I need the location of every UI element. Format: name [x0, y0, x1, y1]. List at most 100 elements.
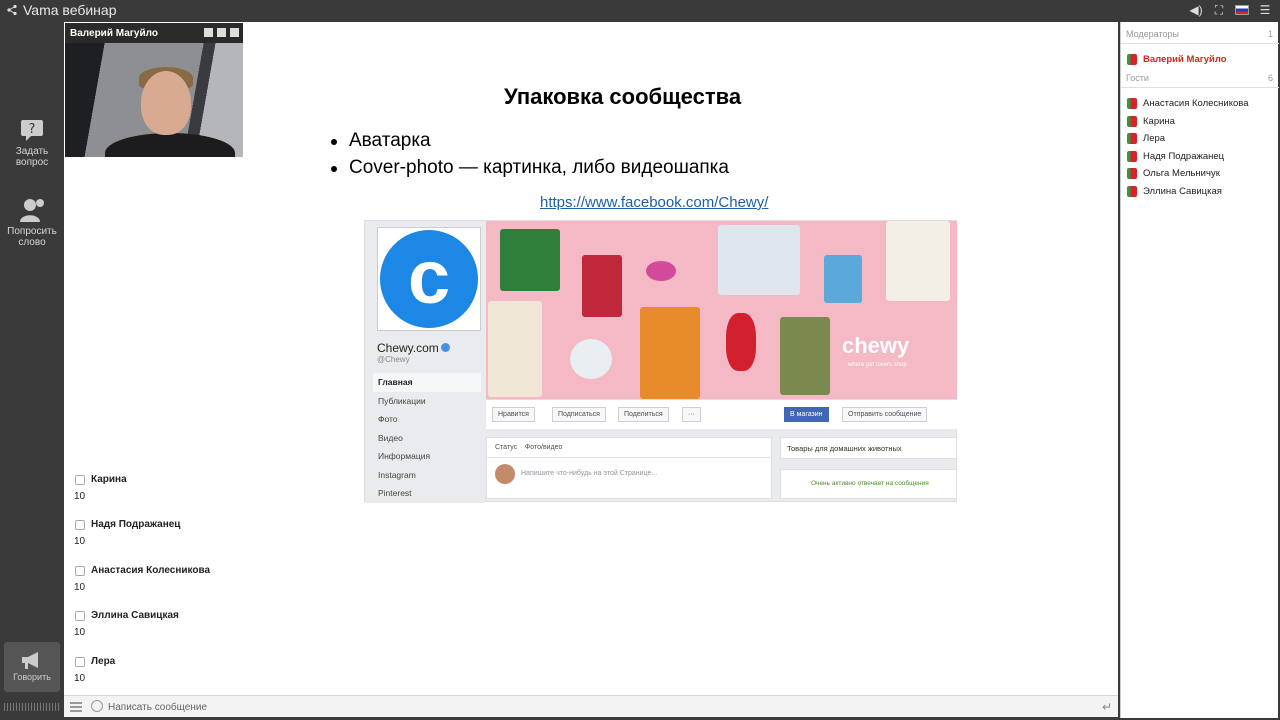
megaphone-icon	[22, 652, 38, 669]
video-camera-icon[interactable]	[217, 28, 226, 37]
verified-badge-icon	[440, 343, 450, 352]
video-volume-icon[interactable]	[230, 28, 239, 37]
fb-nav-item: Главная	[373, 373, 481, 392]
cover-brand: chewy	[842, 333, 910, 358]
chat-input-bar: ↵	[64, 695, 1118, 717]
video-title-bar: Валерий Магуйло	[65, 23, 243, 43]
moderators-header: Модераторы 1	[1121, 22, 1279, 44]
slide-bullet: Аватарка	[329, 130, 729, 152]
cover-product	[886, 221, 950, 301]
fb-action-bar: Нравится Подписаться Поделиться ··· В ма…	[486, 399, 957, 429]
video-head	[141, 71, 191, 135]
user-icon	[1127, 151, 1137, 162]
cover-tagline: where pet lovers shop	[848, 362, 907, 368]
speak-button[interactable]: Говорить	[4, 642, 60, 692]
window-title: Vama вебинар	[6, 2, 116, 18]
guest-item[interactable]: Ольга Мельничук	[1127, 168, 1220, 179]
slide-bullets: Аватарка Cover-photo — картинка, либо ви…	[329, 130, 729, 184]
fb-follow-button: Подписаться	[552, 407, 606, 422]
share-icon[interactable]	[6, 4, 18, 16]
menu-icon[interactable]: ☰	[1258, 3, 1272, 17]
cover-product	[570, 339, 612, 379]
guests-count: 6	[1267, 73, 1273, 83]
fb-post-tab-photo: Фото/видео	[524, 444, 563, 451]
chat-author: Эллина Савицкая	[74, 610, 374, 621]
guest-item[interactable]: Эллина Савицкая	[1127, 186, 1222, 197]
fb-post-tab-status: Статус	[495, 444, 518, 451]
fb-nav: Главная Публикации Фото Видео Информация…	[373, 373, 481, 503]
user-icon	[1127, 54, 1137, 65]
chat-author: Надя Подражанец	[74, 519, 374, 530]
fb-nav-item: Видео	[378, 432, 403, 443]
top-bar: Vama вебинар ◀) ⛶ ☰	[0, 0, 1280, 22]
fb-more-button: ···	[682, 407, 701, 422]
fb-cover-photo: chewy where pet lovers shop	[486, 221, 957, 399]
cover-product	[780, 317, 830, 395]
presenter-name: Валерий Магуйло	[70, 28, 158, 39]
chewy-logo-icon: c	[380, 230, 478, 328]
chat-message-input[interactable]	[108, 698, 1068, 716]
fb-post-placeholder: Напишите что-нибудь на этой Странице...	[521, 470, 658, 477]
moderator-item[interactable]: Валерий Магуйло	[1127, 54, 1227, 65]
cover-product	[582, 255, 622, 317]
slide-title: Упаковка сообщества	[504, 84, 742, 109]
fullscreen-icon[interactable]: ⛶	[1212, 3, 1226, 17]
chat-text: 10	[74, 673, 86, 684]
left-rail: ? Задать вопрос Попросить слово Говорить	[0, 22, 64, 720]
app-title: Vama вебинар	[23, 2, 117, 18]
fb-nav-item: Pinterest	[378, 488, 412, 498]
participants-panel: Модераторы 1 Валерий Магуйло Гости 6 Ана…	[1120, 22, 1279, 718]
chat-author: Карина	[74, 474, 374, 485]
cover-product	[488, 301, 542, 397]
chat-message: Эллина Савицкая 10	[74, 610, 374, 638]
slide-link[interactable]: https://www.facebook.com/Chewy/	[540, 194, 768, 211]
chat-text: 10	[74, 491, 86, 502]
user-icon	[1127, 98, 1137, 109]
chat-message: Карина 10	[74, 474, 374, 502]
guest-item[interactable]: Надя Подражанец	[1127, 151, 1224, 162]
video-fullscreen-icon[interactable]	[204, 28, 213, 37]
chat-text: 10	[74, 627, 86, 638]
ask-question-button[interactable]: ? Задать вопрос	[0, 118, 64, 168]
fb-send-message-button: Отправить сообщение	[842, 407, 928, 422]
user-icon	[1127, 186, 1137, 197]
cover-product	[726, 313, 756, 371]
presenter-video[interactable]: Валерий Магуйло	[65, 23, 243, 157]
cover-product	[718, 225, 800, 295]
fb-share-button: Поделиться	[618, 407, 669, 422]
guest-item[interactable]: Карина	[1127, 116, 1175, 127]
guest-item[interactable]: Лера	[1127, 133, 1165, 144]
question-bubble-icon: ?	[21, 120, 43, 141]
main-stage: Валерий Магуйло Упаковка сообщества Ават…	[64, 22, 1118, 695]
cover-product	[646, 261, 676, 281]
volume-icon[interactable]: ◀)	[1189, 3, 1203, 17]
fb-post-avatar	[495, 464, 515, 484]
fb-avatar: c	[377, 227, 481, 331]
fb-like-button: Нравится	[492, 407, 535, 422]
send-enter-icon[interactable]: ↵	[1102, 700, 1112, 714]
guests-header: Гости 6	[1121, 66, 1279, 88]
cover-product	[824, 255, 862, 303]
chat-menu-icon[interactable]	[70, 702, 82, 712]
moderators-count: 1	[1267, 29, 1273, 39]
cover-product	[640, 307, 700, 399]
user-icon	[1127, 168, 1137, 179]
fb-left-column: c Chewy.com @Chewy Главная Публикации Фо…	[365, 221, 485, 503]
fb-post-composer: Статус Фото/видео Напишите что-нибудь на…	[486, 437, 772, 499]
chat-text: 10	[74, 536, 86, 547]
fb-shop-button: В магазин	[784, 407, 829, 422]
fb-response-box: Очень активно отвечает на сообщения	[780, 469, 957, 499]
fb-post-tabs: Статус Фото/видео	[487, 438, 771, 458]
chat-message: Анастасия Колесникова 10	[74, 565, 374, 593]
fb-nav-item: Публикации	[378, 395, 426, 406]
emoji-icon[interactable]	[91, 700, 103, 712]
fb-handle: @Chewy	[377, 355, 410, 364]
guest-item[interactable]: Анастасия Колесникова	[1127, 98, 1249, 109]
request-word-button[interactable]: Попросить слово	[0, 196, 64, 248]
facebook-page-screenshot: c Chewy.com @Chewy Главная Публикации Фо…	[364, 220, 957, 503]
svg-text:?: ?	[29, 122, 36, 137]
raise-hand-icon	[20, 199, 44, 222]
chat-message: Надя Подражанец 10	[74, 519, 374, 547]
slide-bullet: Cover-photo — картинка, либо видеошапка	[329, 157, 729, 179]
russia-flag-icon[interactable]	[1235, 5, 1249, 15]
